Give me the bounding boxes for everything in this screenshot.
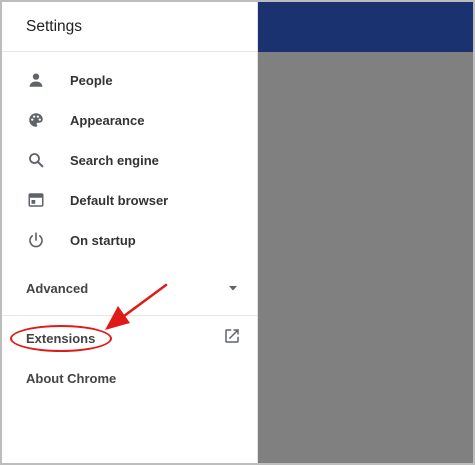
search-icon	[26, 150, 46, 170]
window-frame: Settings People Appearance Search engine	[0, 0, 475, 465]
menu-item-on-startup[interactable]: On startup	[2, 220, 257, 260]
caret-down-icon	[227, 279, 239, 297]
menu-item-label: Default browser	[70, 192, 169, 208]
palette-icon	[26, 110, 46, 130]
menu-item-about-chrome[interactable]: About Chrome	[2, 360, 257, 396]
advanced-toggle[interactable]: Advanced	[2, 268, 257, 308]
person-icon	[26, 70, 46, 90]
settings-menu: People Appearance Search engine Default …	[2, 52, 257, 260]
settings-drawer: Settings People Appearance Search engine	[2, 2, 258, 463]
menu-item-default-browser[interactable]: Default browser	[2, 180, 257, 220]
menu-item-label: People	[70, 72, 113, 88]
open-in-new-icon[interactable]	[223, 327, 241, 350]
about-label: About Chrome	[26, 370, 117, 386]
browser-window-icon	[26, 190, 46, 210]
header-bar	[258, 2, 473, 52]
menu-item-search-engine[interactable]: Search engine	[2, 140, 257, 180]
drawer-header: Settings	[2, 2, 257, 52]
drawer-title: Settings	[26, 17, 83, 35]
menu-item-appearance[interactable]: Appearance	[2, 100, 257, 140]
power-icon	[26, 230, 46, 250]
extensions-label: Extensions	[26, 330, 96, 346]
menu-item-extensions[interactable]: Extensions	[2, 316, 257, 360]
menu-item-people[interactable]: People	[2, 60, 257, 100]
advanced-label: Advanced	[26, 280, 89, 296]
menu-item-label: On startup	[70, 232, 136, 248]
menu-item-label: Appearance	[70, 112, 145, 128]
backdrop-scrim[interactable]	[258, 52, 473, 463]
menu-item-label: Search engine	[70, 152, 159, 168]
